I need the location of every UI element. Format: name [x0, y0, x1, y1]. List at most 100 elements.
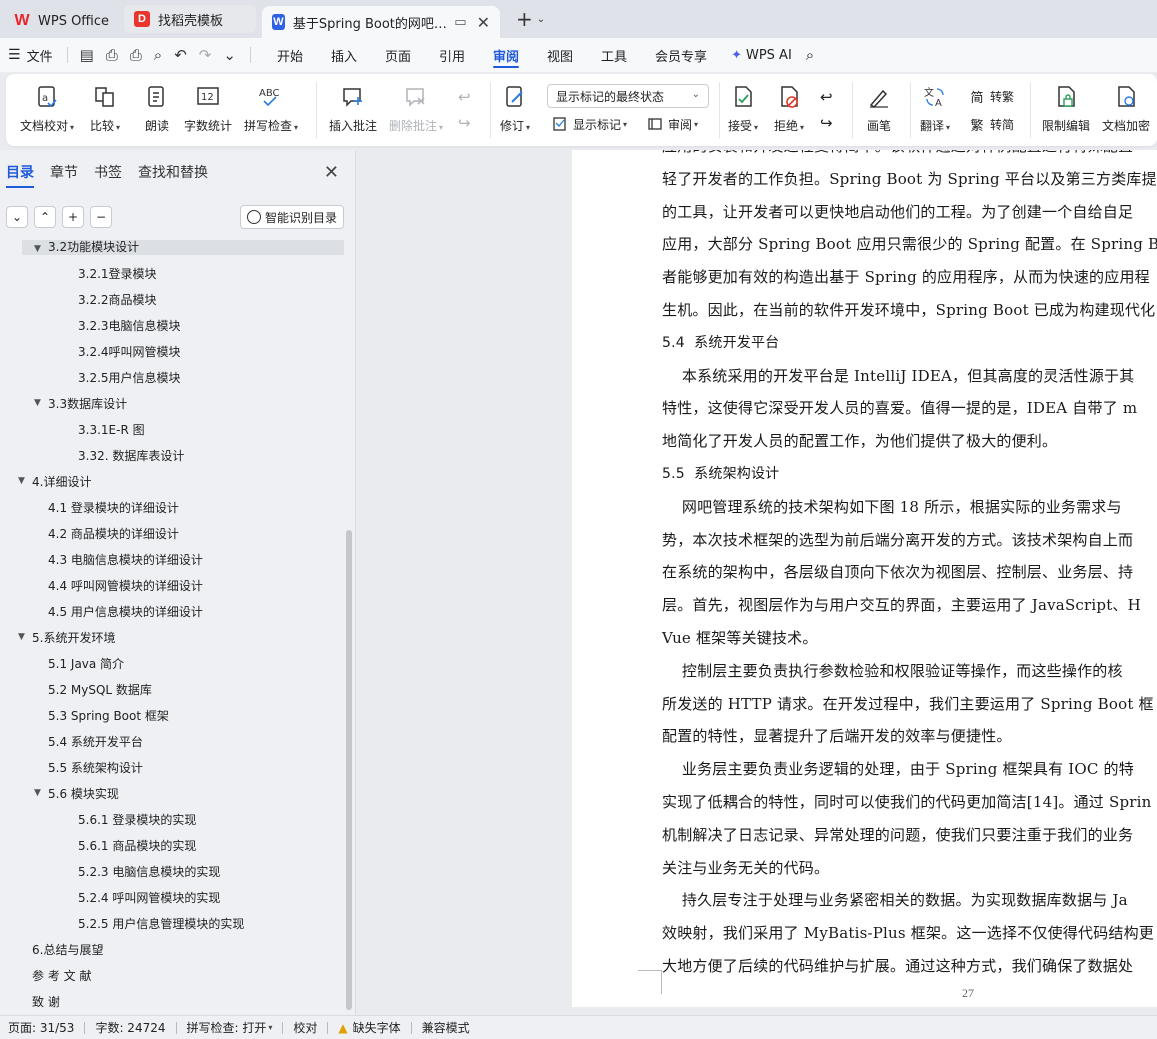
toc-item[interactable]: 5.3 Spring Boot 框架 — [48, 702, 169, 728]
toc-item[interactable]: 3.2.5用户信息模块 — [78, 364, 181, 390]
toc-item[interactable]: 5.5 系统架构设计 — [48, 754, 143, 780]
track-changes-button[interactable]: 修订 ▾ — [500, 84, 530, 134]
doc-proof-button[interactable]: a 文档校对 ▾ — [20, 84, 74, 134]
toc-item[interactable]: 4.3 电脑信息模块的详细设计 — [48, 546, 203, 572]
toc-item[interactable]: 4.5 用户信息模块的详细设计 — [48, 598, 203, 624]
close-tab-icon[interactable]: ✕ — [477, 13, 490, 32]
close-icon[interactable]: ✕ — [324, 162, 339, 183]
nav-tab-bookmarks[interactable]: 书签 — [94, 150, 122, 194]
toc-item[interactable]: 5.6.1 商品模块的实现 — [78, 832, 196, 858]
toc-item[interactable]: ▼ 3.2功能模块设计 — [22, 240, 344, 255]
monitor-icon[interactable]: ▭ — [454, 15, 466, 30]
toc-item[interactable]: 4.4 呼叫网管模块的详细设计 — [48, 572, 203, 598]
toc-item[interactable]: 3.2.2商品模块 — [78, 286, 157, 312]
chevron-down-icon[interactable]: ▼ — [18, 476, 32, 486]
undo-icon[interactable]: ↶ — [174, 46, 187, 64]
compare-button[interactable]: 比较 ▾ — [90, 84, 120, 134]
toc-item[interactable]: 3.3.1E-R 图 — [78, 416, 145, 442]
word-count-indicator[interactable]: 字数: 24724 — [95, 1019, 165, 1036]
insert-comment-button[interactable]: 插入批注 — [329, 84, 377, 134]
collapse-down-icon[interactable]: ⌄ — [6, 206, 28, 228]
toc-item[interactable]: 3.2.3电脑信息模块 — [78, 312, 181, 338]
search-icon[interactable]: ⌕ — [806, 46, 814, 64]
toc-item[interactable]: 5.1 Java 简介 — [48, 650, 124, 676]
toc-item[interactable]: ▼ 3.3数据库设计 — [34, 390, 127, 416]
translate-button[interactable]: 文A 翻译 ▾ — [920, 84, 950, 134]
document-page[interactable]: 应用的安装和开发过程变得简单。该软件通过对样例配置进行特殊配置轻了开发者的工作负… — [572, 150, 1157, 1007]
new-tab-icon[interactable]: + — [516, 7, 533, 31]
toc-item[interactable]: 5.2.4 呼叫网管模块的实现 — [78, 884, 220, 910]
spell-check-button[interactable]: ABC 拼写检查 ▾ — [244, 84, 298, 134]
word-count-button[interactable]: 12 字数统计 — [184, 84, 232, 134]
show-markup-button[interactable]: 显示标记 ▾ — [551, 115, 627, 133]
chevron-down-icon[interactable]: ▼ — [34, 788, 48, 798]
menu-tab-member[interactable]: 会员专享 — [655, 38, 707, 72]
menu-tab-tools[interactable]: 工具 — [601, 38, 627, 72]
print-icon[interactable]: ⎙ — [130, 46, 142, 64]
menu-tab-reference[interactable]: 引用 — [439, 38, 465, 72]
more-chevron-icon[interactable]: ⌄ — [223, 46, 236, 64]
export-icon[interactable]: ⎙ — [106, 46, 118, 64]
encrypt-button[interactable]: 文档加密 — [1102, 84, 1150, 134]
chevron-down-icon[interactable]: ▼ — [34, 398, 48, 408]
file-menu[interactable]: ☰ 文件 — [8, 46, 53, 65]
toc-item[interactable]: ▼ 4.详细设计 — [18, 468, 91, 494]
toc-item[interactable]: 致 谢 — [32, 988, 60, 1014]
menu-tab-page[interactable]: 页面 — [385, 38, 411, 72]
toc-item[interactable]: 3.2.1登录模块 — [78, 260, 157, 286]
next-comment-icon[interactable]: ↪ — [458, 114, 471, 132]
tab-document[interactable]: W 基于Spring Boot的网吧管理系统 ▭ ✕ — [262, 6, 500, 38]
toc-item[interactable]: 4.1 登录模块的详细设计 — [48, 494, 179, 520]
spell-check-status[interactable]: 拼写检查: 打开 ▾ — [187, 1019, 273, 1036]
restrict-editing-button[interactable]: 限制编辑 — [1042, 84, 1090, 134]
delete-comment-button[interactable]: 删除批注 ▾ — [389, 84, 443, 134]
smart-toc-button[interactable]: 智能识别目录 — [240, 205, 344, 229]
chevron-down-icon[interactable]: ▼ — [18, 632, 32, 642]
toc-scrollbar[interactable] — [346, 530, 352, 1010]
nav-tab-chapters[interactable]: 章节 — [50, 150, 78, 194]
plus-icon[interactable]: + — [62, 206, 84, 228]
collapse-up-icon[interactable]: ⌃ — [34, 206, 56, 228]
nav-tab-find-replace[interactable]: 查找和替换 — [138, 150, 208, 194]
print-preview-icon[interactable]: ⌕ — [154, 46, 162, 64]
menu-tab-view[interactable]: 视图 — [547, 38, 573, 72]
save-icon[interactable]: ▤ — [80, 46, 94, 64]
ink-button[interactable]: 画笔 — [866, 84, 892, 134]
toc-item[interactable]: ▼ 5.6 模块实现 — [34, 780, 119, 806]
wps-ai-button[interactable]: ✦ WPS AI — [731, 48, 792, 63]
menu-tab-review[interactable]: 审阅 — [493, 38, 520, 72]
review-pane-button[interactable]: 审阅 ▾ — [646, 115, 698, 133]
toc-item[interactable]: 6.总结与展望 — [32, 936, 103, 962]
toc-item[interactable]: 4.2 商品模块的详细设计 — [48, 520, 179, 546]
translate-icon: 文A — [922, 84, 948, 110]
to-simplified-button[interactable]: 繁 转简 — [968, 115, 1014, 134]
tab-template[interactable]: D 找稻壳模板 — [124, 5, 256, 33]
previous-comment-icon[interactable]: ↩ — [458, 88, 471, 106]
toc-item[interactable]: ▼ 5.系统开发环境 — [18, 624, 115, 650]
toc-item[interactable]: 5.2.5 用户信息管理模块的实现 — [78, 910, 244, 936]
previous-change-icon[interactable]: ↩ — [820, 88, 833, 106]
next-change-icon[interactable]: ↪ — [820, 114, 833, 132]
page-indicator[interactable]: 页面: 31/53 — [8, 1019, 74, 1036]
missing-font-status[interactable]: ▲ 缺失字体 — [338, 1019, 400, 1036]
markup-state-select[interactable]: 显示标记的最终状态 ⌄ — [547, 84, 709, 108]
toc-item[interactable]: 3.2.4呼叫网管模块 — [78, 338, 181, 364]
accept-button[interactable]: 接受 ▾ — [728, 84, 758, 134]
toc-item[interactable]: 5.6.1 登录模块的实现 — [78, 806, 196, 832]
minus-icon[interactable]: − — [90, 206, 112, 228]
proofread-status[interactable]: 校对 — [293, 1019, 317, 1036]
toc-item[interactable]: 参 考 文 献 — [32, 962, 91, 988]
nav-tab-toc[interactable]: 目录 — [6, 150, 34, 194]
redo-icon[interactable]: ↷ — [199, 46, 212, 64]
to-traditional-button[interactable]: 简 转繁 — [968, 87, 1014, 106]
tab-wps-office[interactable]: W WPS Office — [4, 6, 122, 36]
reject-button[interactable]: 拒绝 ▾ — [774, 84, 804, 134]
toc-item[interactable]: 5.4 系统开发平台 — [48, 728, 143, 754]
menu-tab-home[interactable]: 开始 — [277, 38, 303, 72]
read-aloud-button[interactable]: 朗读 — [144, 84, 170, 134]
toc-item[interactable]: 3.32. 数据库表设计 — [78, 442, 184, 468]
menu-tab-insert[interactable]: 插入 — [331, 38, 357, 72]
toc-item[interactable]: 5.2 MySQL 数据库 — [48, 676, 152, 702]
chevron-down-icon[interactable]: ⌄ — [537, 14, 545, 25]
toc-item[interactable]: 5.2.3 电脑信息模块的实现 — [78, 858, 220, 884]
